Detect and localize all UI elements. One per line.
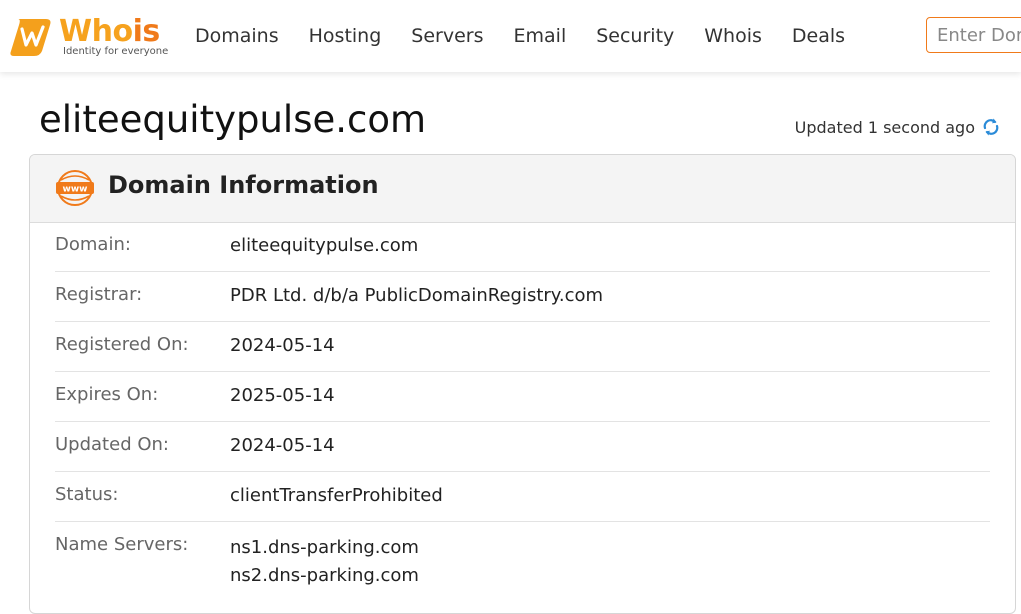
logo-mark-icon — [10, 19, 51, 56]
row-label: Name Servers: — [55, 534, 189, 555]
row-label: Expires On: — [55, 384, 159, 405]
main-nav: Domains Hosting Servers Email Security W… — [180, 0, 860, 72]
updated-status: Updated 1 second ago — [795, 116, 1001, 138]
nav-security[interactable]: Security — [596, 25, 674, 47]
nav-email[interactable]: Email — [514, 25, 567, 47]
refresh-icon[interactable] — [981, 116, 1001, 138]
row-label: Registered On: — [55, 334, 189, 355]
domain-information-card: www Domain Information Domain: eliteequi… — [29, 154, 1016, 614]
name-server-2: ns2.dns-parking.com — [230, 565, 419, 586]
row-value: 2024-05-14 — [230, 435, 335, 456]
row-value: PDR Ltd. d/b/a PublicDomainRegistry.com — [230, 285, 604, 306]
logo-tagline: Identity for everyone — [63, 46, 169, 57]
www-icon-text: www — [63, 185, 88, 195]
row-value: clientTransferProhibited — [230, 485, 443, 506]
row-label: Status: — [55, 484, 119, 505]
whois-logo[interactable]: Whois Identity for everyone — [10, 14, 170, 60]
info-row-domain: Domain: eliteequitypulse.com — [55, 222, 990, 272]
row-value: eliteequitypulse.com — [230, 235, 419, 256]
nav-hosting[interactable]: Hosting — [309, 25, 382, 47]
row-value: 2024-05-14 — [230, 335, 335, 356]
domain-info-table: Domain: eliteequitypulse.com Registrar: … — [55, 222, 990, 602]
site-header: Whois Identity for everyone Domains Host… — [0, 0, 1021, 72]
info-row-updated-on: Updated On: 2024-05-14 — [55, 422, 990, 472]
row-label: Domain: — [55, 234, 131, 255]
nav-domains[interactable]: Domains — [195, 25, 279, 47]
info-row-registrar: Registrar: PDR Ltd. d/b/a PublicDomainRe… — [55, 272, 990, 322]
info-row-registered-on: Registered On: 2024-05-14 — [55, 322, 990, 372]
www-globe-icon: www — [56, 170, 94, 206]
page-title: eliteequitypulse.com — [39, 98, 427, 141]
row-label: Registrar: — [55, 284, 143, 305]
name-servers-list: ns1.dns-parking.com ns2.dns-parking.com — [230, 534, 419, 590]
name-server-1: ns1.dns-parking.com — [230, 537, 419, 558]
nav-whois[interactable]: Whois — [704, 25, 762, 47]
logo-wordmark: Whois — [59, 14, 160, 49]
domain-search-input[interactable] — [926, 17, 1021, 53]
row-value: 2025-05-14 — [230, 385, 335, 406]
info-row-name-servers: Name Servers: ns1.dns-parking.com ns2.dn… — [55, 522, 990, 602]
info-row-status: Status: clientTransferProhibited — [55, 472, 990, 522]
card-header: www Domain Information — [30, 155, 1015, 223]
updated-text: Updated 1 second ago — [794, 117, 975, 137]
info-row-expires-on: Expires On: 2025-05-14 — [55, 372, 990, 422]
row-label: Updated On: — [55, 434, 169, 455]
card-title: Domain Information — [108, 171, 379, 199]
nav-deals[interactable]: Deals — [792, 25, 845, 47]
nav-servers[interactable]: Servers — [411, 25, 483, 47]
